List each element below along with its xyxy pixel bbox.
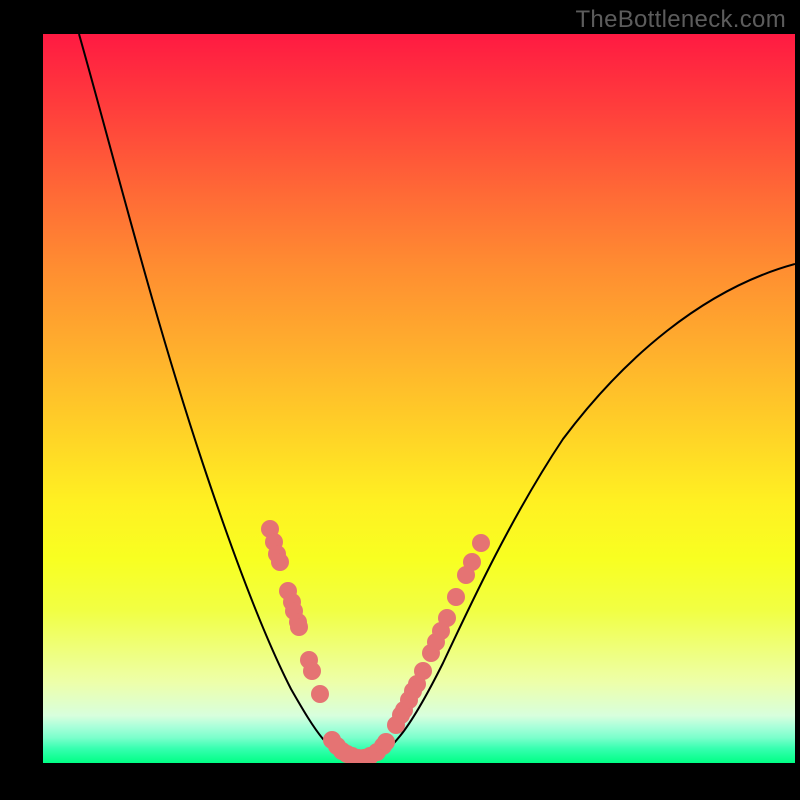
data-point xyxy=(303,662,321,680)
data-point xyxy=(463,553,481,571)
data-points-right xyxy=(387,534,490,734)
data-point xyxy=(311,685,329,703)
chart-svg xyxy=(43,34,795,763)
data-points-left xyxy=(261,520,329,703)
data-point xyxy=(447,588,465,606)
data-point xyxy=(377,733,395,751)
data-points-bottom xyxy=(323,731,395,763)
data-point xyxy=(414,662,432,680)
watermark-text: TheBottleneck.com xyxy=(575,6,786,34)
data-point xyxy=(472,534,490,552)
x-axis-area xyxy=(43,763,795,800)
data-point xyxy=(438,609,456,627)
data-point xyxy=(290,618,308,636)
data-point xyxy=(271,553,289,571)
